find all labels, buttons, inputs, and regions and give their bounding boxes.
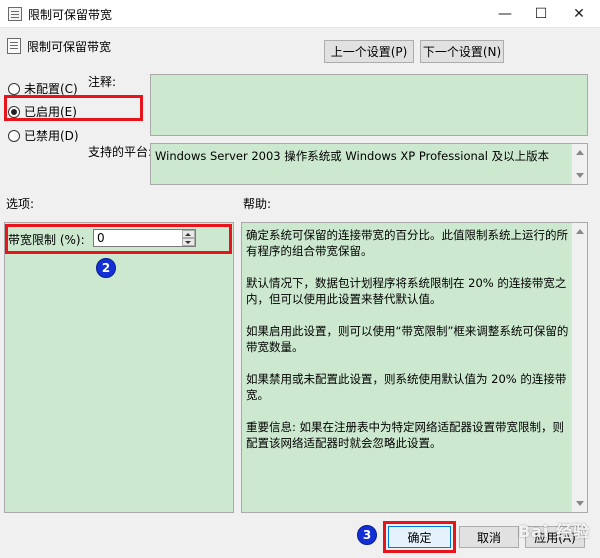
step-badge-2: 2 — [96, 258, 116, 278]
platform-scrollbar[interactable] — [571, 144, 587, 184]
help-label: 帮助: — [243, 197, 272, 211]
platform-text: Windows Server 2003 操作系统或 Windows XP Pro… — [155, 149, 550, 163]
help-scrollbar[interactable] — [571, 223, 587, 512]
platform-label: 支持的平台: — [88, 145, 153, 159]
help-paragraph: 默认情况下，数据包计划程序将系统限制在 20% 的连接带宽之内，但可以使用此设置… — [246, 276, 567, 306]
help-text: 确定系统可保留的连接带宽的百分比。此值限制系统上运行的所有程序的组合带宽保留。 … — [242, 223, 587, 471]
baidu-watermark: Bai 经验 — [517, 522, 590, 541]
title-bar: 限制可保留带宽 — ☐ ✕ — [0, 0, 600, 28]
radio-disabled[interactable]: 已禁用(D) — [8, 127, 79, 144]
help-paragraph: 重要信息: 如果在注册表中为特定网络适配器设置带宽限制，则配置该网络适配器时就会… — [246, 420, 565, 450]
radio-circle[interactable] — [8, 82, 20, 95]
minimize-button[interactable]: — — [486, 0, 524, 28]
comment-label: 注释: — [88, 75, 117, 89]
highlight-ok-button — [383, 521, 456, 553]
cancel-button[interactable]: 取消 — [459, 526, 519, 548]
maximize-button[interactable]: ☐ — [522, 0, 560, 28]
options-panel — [4, 222, 234, 513]
platform-box: Windows Server 2003 操作系统或 Windows XP Pro… — [150, 143, 588, 185]
step-badge-3: 3 — [357, 525, 377, 545]
comment-textarea[interactable] — [150, 74, 588, 136]
window-title: 限制可保留带宽 — [28, 8, 113, 22]
help-paragraph: 如果启用此设置，则可以使用“带宽限制”框来调整系统可保留的带宽数量。 — [246, 324, 569, 354]
options-label: 选项: — [6, 197, 35, 211]
setting-title: 限制可保留带宽 — [27, 40, 112, 54]
setting-icon — [7, 38, 21, 54]
help-paragraph: 如果禁用或未配置此设置，则系统使用默认值为 20% 的连接带宽。 — [246, 372, 567, 402]
previous-setting-button[interactable]: 上一个设置(P) — [324, 40, 414, 63]
help-paragraph: 确定系统可保留的连接带宽的百分比。此值限制系统上运行的所有程序的组合带宽保留。 — [246, 228, 568, 258]
highlight-bandwidth-field — [5, 224, 232, 254]
highlight-enabled-option — [4, 95, 143, 121]
radio-label: 已禁用(D) — [24, 129, 79, 143]
help-panel: 确定系统可保留的连接带宽的百分比。此值限制系统上运行的所有程序的组合带宽保留。 … — [241, 222, 588, 513]
policy-icon — [8, 7, 22, 21]
radio-circle[interactable] — [8, 129, 20, 142]
close-button[interactable]: ✕ — [560, 0, 598, 28]
next-setting-button[interactable]: 下一个设置(N) — [420, 40, 504, 63]
